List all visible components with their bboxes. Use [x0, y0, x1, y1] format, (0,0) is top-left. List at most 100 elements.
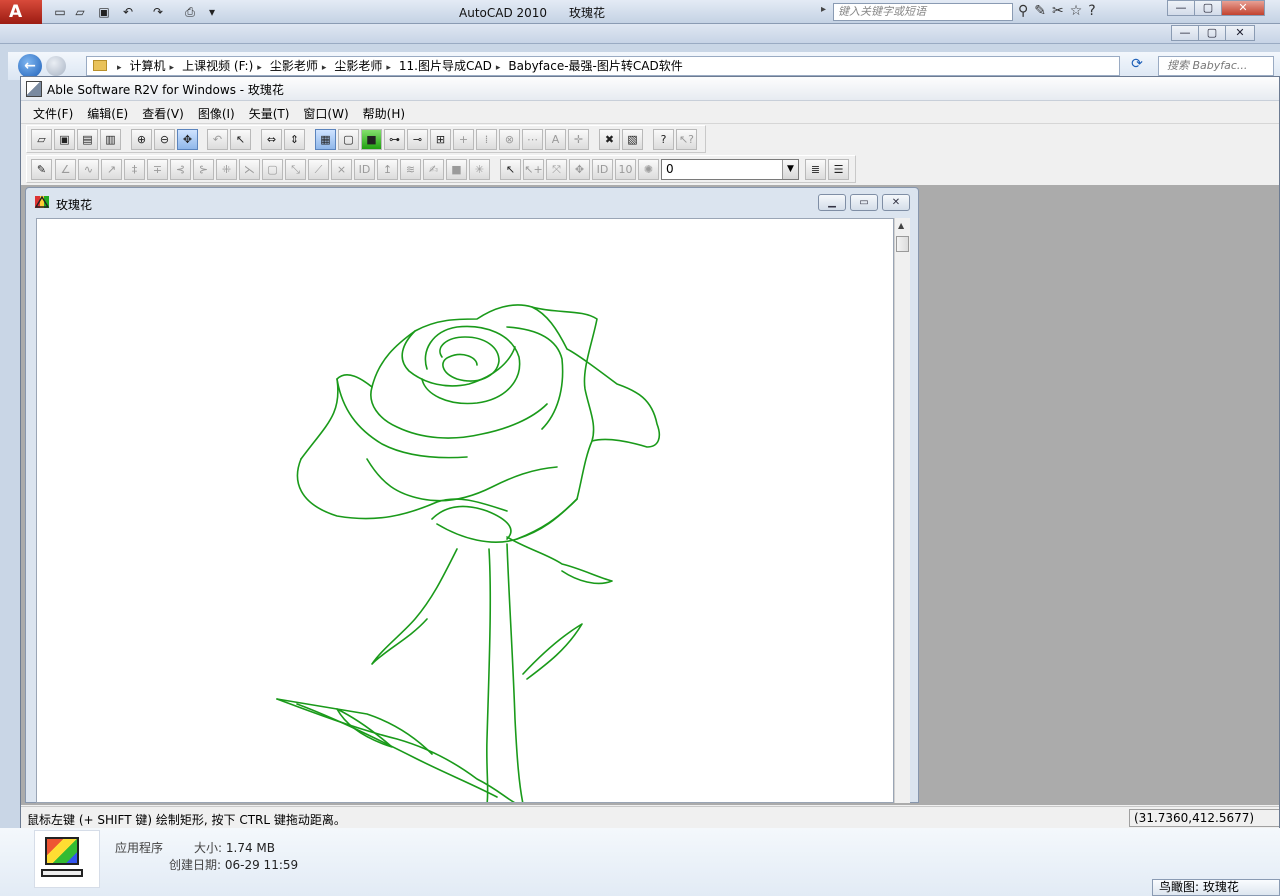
- add-node-icon[interactable]: ‡: [124, 159, 145, 180]
- close-icon[interactable]: ✕: [1221, 0, 1265, 16]
- vector-display-icon[interactable]: ▢: [338, 129, 359, 150]
- menu-image[interactable]: 图像(I): [191, 102, 242, 124]
- breadcrumb-folder-3[interactable]: 11.图片导成CAD: [382, 59, 491, 73]
- lightbulb-icon[interactable]: ✺: [638, 159, 659, 180]
- explorer-search-input[interactable]: 搜索 Babyfac...: [1158, 56, 1274, 76]
- point-tool-icon[interactable]: ✳: [469, 159, 490, 180]
- menu-view[interactable]: 查看(V): [135, 102, 191, 124]
- breadcrumb-folder-1[interactable]: 尘影老师: [253, 59, 318, 73]
- set-id-icon[interactable]: ID: [354, 159, 375, 180]
- breadcrumb-folder-2[interactable]: 尘影老师: [318, 59, 383, 73]
- ocr-digits-icon[interactable]: ⋯: [522, 129, 543, 150]
- cut-line-icon[interactable]: ⨯: [331, 159, 352, 180]
- draw-curve-icon[interactable]: ∿: [78, 159, 99, 180]
- target-icon[interactable]: ✛: [568, 129, 589, 150]
- search-expand-icon[interactable]: ▸: [821, 4, 826, 15]
- menu-help[interactable]: 帮助(H): [356, 102, 412, 124]
- menu-file[interactable]: 文件(F): [26, 102, 80, 124]
- delete-node-icon[interactable]: ∓: [147, 159, 168, 180]
- address-bar[interactable]: 计算机上课视频 (F:)尘影老师尘影老师11.图片导成CADBabyface-最…: [86, 56, 1120, 76]
- line-node-icon[interactable]: ⊸: [407, 129, 428, 150]
- fit-width-icon[interactable]: ⇔: [261, 129, 282, 150]
- stop-icon[interactable]: ⊗: [499, 129, 520, 150]
- redo-icon[interactable]: ↷: [150, 4, 166, 20]
- open-vector-icon[interactable]: ▤: [77, 129, 98, 150]
- vertical-scrollbar[interactable]: ▲: [894, 218, 910, 803]
- contour-id-icon[interactable]: ↥: [377, 159, 398, 180]
- edit-node-icon[interactable]: ↗: [101, 159, 122, 180]
- image-display-icon[interactable]: ▦: [315, 129, 336, 150]
- snap-line-icon[interactable]: ⁜: [216, 159, 237, 180]
- rectangle-icon[interactable]: ▢: [262, 159, 283, 180]
- open-icon[interactable]: ▱: [31, 129, 52, 150]
- tools-icon[interactable]: ✂: [1052, 3, 1070, 19]
- layer-properties-icon[interactable]: ☰: [828, 159, 849, 180]
- delete-select-icon[interactable]: ✖: [599, 129, 620, 150]
- save-vector-icon[interactable]: ▥: [100, 129, 121, 150]
- drawing-close-icon[interactable]: ✕: [1225, 25, 1255, 41]
- context-help-icon[interactable]: ↖?: [676, 129, 697, 150]
- maximize-icon[interactable]: ▢: [1194, 0, 1222, 16]
- autocad-logo-icon[interactable]: A: [0, 0, 42, 24]
- fill-display-icon[interactable]: ■: [361, 129, 382, 150]
- fit-height-icon[interactable]: ⇕: [284, 129, 305, 150]
- menu-window[interactable]: 窗口(W): [296, 102, 355, 124]
- contour-lines-icon[interactable]: ≋: [400, 159, 421, 180]
- auto-vectorize-icon[interactable]: ⊞: [430, 129, 451, 150]
- minimize-icon[interactable]: —: [1167, 0, 1195, 16]
- forward-arrow-icon[interactable]: [46, 56, 66, 76]
- scroll-thumb[interactable]: [896, 236, 909, 252]
- zoom-out-icon[interactable]: ⊖: [154, 129, 175, 150]
- help-icon[interactable]: ?: [1088, 3, 1101, 19]
- pan-icon[interactable]: ✥: [177, 129, 198, 150]
- move-select-icon[interactable]: ✥: [569, 159, 590, 180]
- quick-access-dropdown-icon[interactable]: ▾: [204, 4, 220, 20]
- drawing-canvas[interactable]: [36, 218, 894, 803]
- save-icon[interactable]: ▣: [54, 129, 75, 150]
- chevron-down-icon[interactable]: ▼: [782, 160, 798, 179]
- select-arrow-icon[interactable]: ↖: [230, 129, 251, 150]
- snap-icon[interactable]: +: [453, 129, 474, 150]
- wrench-icon[interactable]: ✎: [1034, 3, 1052, 19]
- birdseye-window-title[interactable]: 鸟瞰图: 玫瑰花: [1152, 879, 1280, 896]
- breadcrumb-drive[interactable]: 上课视频 (F:): [166, 59, 254, 73]
- undo-icon[interactable]: ↶: [207, 129, 228, 150]
- save-icon[interactable]: ▣: [96, 4, 112, 20]
- text-tool-icon[interactable]: ✍: [423, 159, 444, 180]
- node-display-icon[interactable]: ⊶: [384, 129, 405, 150]
- breadcrumb-folder-4[interactable]: Babyface-最强-图片转CAD软件: [492, 59, 683, 73]
- vector-tool-icon[interactable]: ✎: [31, 159, 52, 180]
- child-close-icon[interactable]: ✕: [882, 194, 910, 211]
- autocad-search-input[interactable]: 键入关键字或短语: [833, 3, 1013, 21]
- binoculars-icon[interactable]: ⚲: [1018, 3, 1034, 19]
- grid-icon[interactable]: ⁞: [476, 129, 497, 150]
- fill-area-icon[interactable]: ■: [446, 159, 467, 180]
- select-layer-icon[interactable]: ▧: [622, 129, 643, 150]
- smooth-line-icon[interactable]: ⋋: [239, 159, 260, 180]
- select-segment-icon[interactable]: ⤧: [546, 159, 567, 180]
- scroll-up-icon[interactable]: ▲: [898, 221, 904, 230]
- rotate-icon[interactable]: ⟋: [308, 159, 329, 180]
- menu-vector[interactable]: 矢量(T): [242, 102, 297, 124]
- undo-icon[interactable]: ↶: [120, 4, 136, 20]
- drawing-minimize-icon[interactable]: —: [1171, 25, 1199, 41]
- back-arrow-icon[interactable]: ←: [18, 54, 42, 78]
- break-line-icon[interactable]: ⊰: [170, 159, 191, 180]
- help-icon[interactable]: ?: [653, 129, 674, 150]
- menu-edit[interactable]: 编辑(E): [80, 102, 135, 124]
- layer-dropdown[interactable]: 0 ▼: [661, 159, 799, 180]
- join-line-icon[interactable]: ⊱: [193, 159, 214, 180]
- move-line-icon[interactable]: ⤡: [285, 159, 306, 180]
- new-file-icon[interactable]: ▭: [52, 4, 68, 20]
- select-vector-icon[interactable]: ↖: [500, 159, 521, 180]
- drawing-restore-icon[interactable]: ▢: [1198, 25, 1226, 41]
- ocr-text-icon[interactable]: A: [545, 129, 566, 150]
- id-number-icon[interactable]: 10: [615, 159, 636, 180]
- refresh-icon[interactable]: ⟳: [1126, 56, 1148, 76]
- zoom-in-icon[interactable]: ⊕: [131, 129, 152, 150]
- open-folder-icon[interactable]: ▱: [72, 4, 88, 20]
- print-icon[interactable]: ⎙: [182, 4, 198, 20]
- layer-manager-icon[interactable]: ≣: [805, 159, 826, 180]
- breadcrumb-computer[interactable]: 计算机: [113, 59, 166, 73]
- child-minimize-icon[interactable]: ▁: [818, 194, 846, 211]
